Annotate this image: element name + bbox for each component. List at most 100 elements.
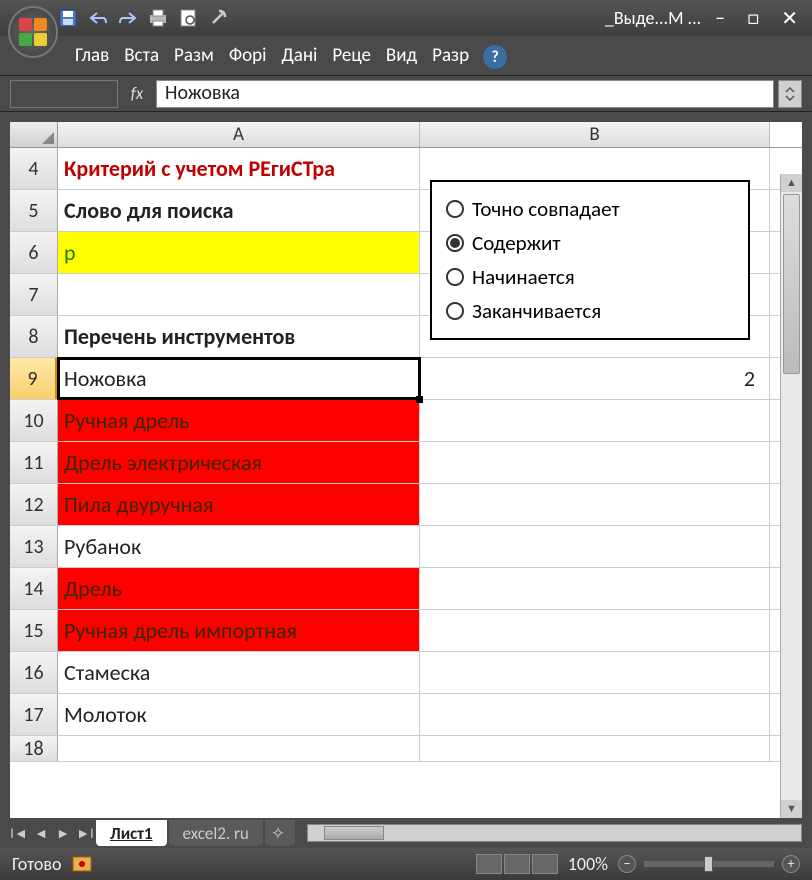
- fx-icon[interactable]: fx: [122, 83, 152, 104]
- zoom-out-icon[interactable]: −: [618, 855, 636, 873]
- tool-icon[interactable]: [208, 8, 228, 28]
- column-headers: A B: [10, 122, 802, 148]
- cell[interactable]: [420, 610, 770, 651]
- radio-label: Точно совпадает: [472, 196, 620, 222]
- cell[interactable]: [420, 694, 770, 735]
- ribbon-tab-layout[interactable]: Разм: [167, 36, 221, 75]
- cell[interactable]: Ручная дрель импортная: [58, 610, 420, 651]
- cell[interactable]: [420, 568, 770, 609]
- row-header[interactable]: 7: [10, 274, 58, 315]
- minimize-button[interactable]: –: [715, 6, 725, 31]
- scroll-up-icon[interactable]: ▲: [781, 174, 802, 192]
- name-box[interactable]: [10, 80, 118, 108]
- ribbon-tab-formulas[interactable]: Форі: [222, 36, 274, 75]
- cell[interactable]: Дрель электрическая: [58, 442, 420, 483]
- formula-input[interactable]: Ножовка: [156, 80, 774, 108]
- ribbon-tab-home[interactable]: Глав: [68, 36, 116, 75]
- zoom-knob[interactable]: [704, 856, 713, 872]
- ribbon-tab-view[interactable]: Вид: [379, 36, 424, 75]
- maximize-button[interactable]: □: [747, 6, 759, 31]
- scroll-thumb[interactable]: [324, 826, 384, 840]
- ribbon-tab-developer[interactable]: Разр: [425, 36, 476, 75]
- formula-expand-icon[interactable]: [778, 80, 802, 108]
- radio-icon: [446, 234, 464, 252]
- cell[interactable]: Пила двуручная: [58, 484, 420, 525]
- cell[interactable]: [420, 736, 770, 761]
- cell[interactable]: [58, 736, 420, 761]
- row-header[interactable]: 6: [10, 232, 58, 273]
- column-header-A[interactable]: A: [58, 122, 420, 147]
- radio-option-exact[interactable]: Точно совпадает: [446, 192, 734, 226]
- cell[interactable]: Рубанок: [58, 526, 420, 567]
- radio-option-contains[interactable]: Содержит: [446, 226, 734, 260]
- sheet-nav-buttons: I◄ ◄ ► ►I: [10, 825, 94, 842]
- cell[interactable]: 2: [420, 358, 770, 399]
- print-icon[interactable]: [148, 8, 168, 28]
- sheet-tab[interactable]: excel2. ru: [169, 820, 263, 846]
- close-button[interactable]: ✕: [781, 6, 798, 31]
- ribbon-tab-data[interactable]: Дані: [274, 36, 324, 75]
- row-header[interactable]: 5: [10, 190, 58, 231]
- preview-icon[interactable]: [178, 8, 198, 28]
- table-row: 16 Стамеска: [10, 652, 802, 694]
- cell[interactable]: [420, 652, 770, 693]
- cell[interactable]: Молоток: [58, 694, 420, 735]
- scroll-thumb[interactable]: [783, 194, 800, 374]
- cell[interactable]: [420, 400, 770, 441]
- last-sheet-icon[interactable]: ►I: [76, 825, 94, 842]
- row-header[interactable]: 8: [10, 316, 58, 357]
- row-header[interactable]: 13: [10, 526, 58, 567]
- row-header[interactable]: 11: [10, 442, 58, 483]
- radio-option-starts[interactable]: Начинается: [446, 260, 734, 294]
- redo-icon[interactable]: [118, 8, 138, 28]
- row-header[interactable]: 18: [10, 736, 58, 761]
- scroll-down-icon[interactable]: ▼: [781, 800, 802, 818]
- help-icon[interactable]: ?: [483, 45, 507, 69]
- search-options-panel: Точно совпадает Содержит Начинается Зака…: [430, 180, 750, 340]
- active-cell[interactable]: Ножовка: [58, 358, 420, 399]
- prev-sheet-icon[interactable]: ◄: [32, 825, 50, 842]
- cell[interactable]: Ручная дрель: [58, 400, 420, 441]
- row-header[interactable]: 15: [10, 610, 58, 651]
- macro-record-icon[interactable]: [72, 856, 92, 872]
- ribbon-tab-insert[interactable]: Вста: [117, 36, 166, 75]
- save-icon[interactable]: [58, 8, 78, 28]
- cell[interactable]: Стамеска: [58, 652, 420, 693]
- cell[interactable]: р: [58, 232, 420, 273]
- cell[interactable]: [420, 442, 770, 483]
- new-sheet-icon[interactable]: ✧: [265, 820, 295, 846]
- row-header[interactable]: 9: [10, 358, 58, 399]
- undo-icon[interactable]: [88, 8, 108, 28]
- zoom-slider[interactable]: [644, 861, 774, 867]
- page-layout-view-icon[interactable]: [504, 854, 530, 874]
- ribbon-tab-review[interactable]: Реце: [325, 36, 378, 75]
- select-all-button[interactable]: [10, 122, 58, 147]
- row-header[interactable]: 10: [10, 400, 58, 441]
- vertical-scrollbar[interactable]: ▲ ▼: [780, 174, 802, 818]
- office-button[interactable]: [8, 6, 58, 58]
- grid-body[interactable]: 4 Критерий с учетом РЕгиСТра 5 Слово для…: [10, 148, 802, 818]
- radio-label: Заканчивается: [472, 298, 601, 324]
- next-sheet-icon[interactable]: ►: [54, 825, 72, 842]
- row-header[interactable]: 16: [10, 652, 58, 693]
- normal-view-icon[interactable]: [476, 854, 502, 874]
- cell[interactable]: Критерий с учетом РЕгиСТра: [58, 148, 420, 189]
- cell[interactable]: Перечень инструментов: [58, 316, 420, 357]
- radio-option-ends[interactable]: Заканчивается: [446, 294, 734, 328]
- horizontal-scrollbar[interactable]: [307, 824, 802, 842]
- cell[interactable]: Слово для поиска: [58, 190, 420, 231]
- cell[interactable]: Дрель: [58, 568, 420, 609]
- column-header-B[interactable]: B: [420, 122, 770, 147]
- cell[interactable]: [58, 274, 420, 315]
- row-header[interactable]: 14: [10, 568, 58, 609]
- row-header[interactable]: 12: [10, 484, 58, 525]
- row-header[interactable]: 17: [10, 694, 58, 735]
- cell[interactable]: [420, 526, 770, 567]
- page-break-view-icon[interactable]: [532, 854, 558, 874]
- sheet-area: A B 4 Критерий с учетом РЕгиСТра 5 Слово…: [0, 112, 812, 818]
- first-sheet-icon[interactable]: I◄: [10, 825, 28, 842]
- row-header[interactable]: 4: [10, 148, 58, 189]
- cell[interactable]: [420, 484, 770, 525]
- zoom-in-icon[interactable]: +: [782, 855, 800, 873]
- sheet-tab[interactable]: Лист1: [96, 820, 167, 846]
